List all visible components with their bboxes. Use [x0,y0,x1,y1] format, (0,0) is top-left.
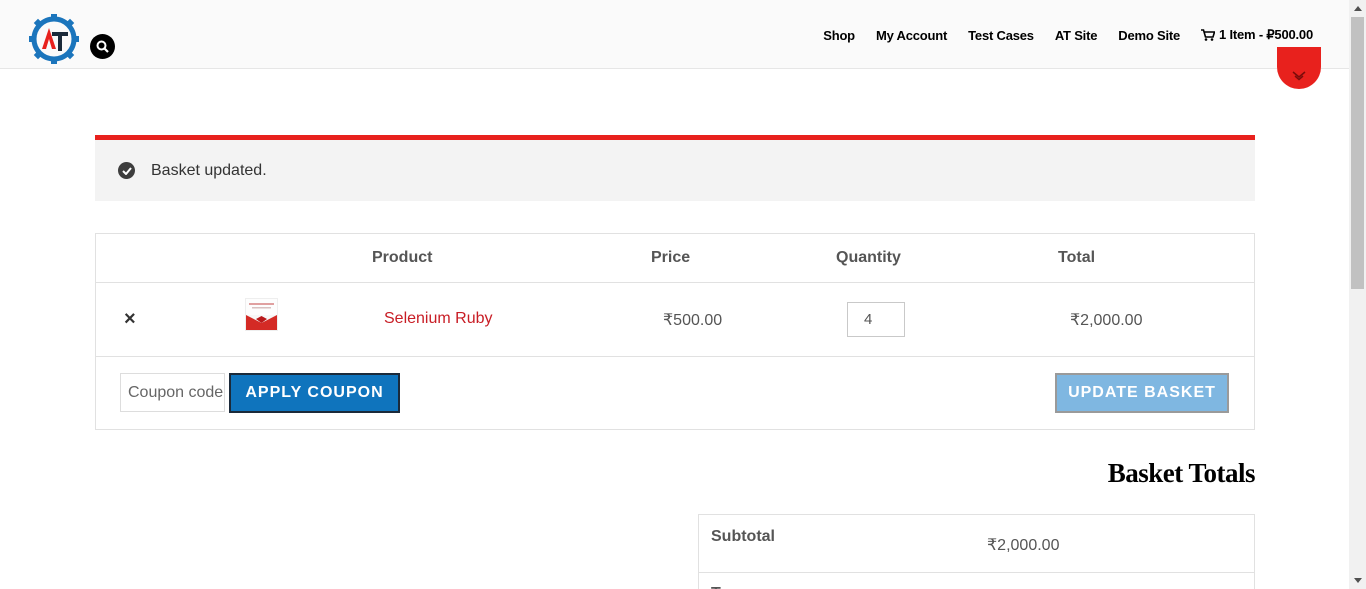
site-logo[interactable] [28,13,80,65]
site-header: Shop My Account Test Cases AT Site Demo … [0,0,1349,69]
column-header-product: Product [372,249,433,266]
nav-shop[interactable]: Shop [823,28,855,43]
cart-icon [1201,29,1216,41]
quantity-input[interactable] [847,302,905,337]
scroll-up-arrow[interactable] [1349,0,1366,17]
remove-item-button[interactable]: × [124,309,136,329]
basket-totals-title: Basket Totals [1107,458,1256,488]
apply-coupon-button[interactable]: APPLY COUPON [229,373,400,413]
scrollbar-thumb[interactable] [1351,17,1364,289]
notice-message: Basket updated. [151,161,267,179]
nav-test-cases[interactable]: Test Cases [968,28,1034,43]
main-nav: Shop My Account Test Cases AT Site Demo … [823,27,1313,43]
cart-table-header: Product Price Quantity Total [96,234,1254,283]
column-header-price: Price [651,249,691,266]
column-header-quantity: Quantity [836,249,901,266]
scroll-toggle-button[interactable] [1277,47,1321,89]
product-thumbnail[interactable] [245,298,278,331]
column-header-total: Total [1058,249,1096,266]
next-row-label: T [711,585,721,589]
cart-summary: 1 Item - ₽500.00 [1219,27,1313,42]
line-total: ₹2,000.00 [1070,312,1143,329]
nav-cart[interactable]: 1 Item - ₽500.00 [1201,27,1313,43]
subtotal-row: Subtotal ₹2,000.00 [699,515,1254,573]
cart-actions: APPLY COUPON UPDATE BASKET [96,357,1254,430]
product-link[interactable]: Selenium Ruby [384,310,493,328]
nav-demo-site[interactable]: Demo Site [1118,28,1180,43]
search-icon [96,40,109,53]
update-basket-button[interactable]: UPDATE BASKET [1055,373,1229,413]
subtotal-label: Subtotal [711,528,775,545]
product-price: ₹500.00 [663,312,723,329]
basket-updated-notice: Basket updated. [95,135,1255,201]
scroll-down-arrow[interactable] [1349,572,1366,589]
coupon-code-input[interactable] [120,373,225,412]
table-row: × Selenium Ruby ₹500.00 ₹2,000.00 [96,283,1254,357]
basket-totals-table: Subtotal ₹2,000.00 T [698,514,1255,589]
subtotal-value: ₹2,000.00 [987,537,1060,554]
nav-my-account[interactable]: My Account [876,28,947,43]
search-button[interactable] [90,34,115,59]
nav-at-site[interactable]: AT Site [1055,28,1098,43]
page-scrollbar[interactable] [1349,0,1366,589]
chevron-down-icon [1292,71,1306,81]
check-circle-icon [118,162,135,179]
cart-table: Product Price Quantity Total × Selenium … [95,233,1255,430]
